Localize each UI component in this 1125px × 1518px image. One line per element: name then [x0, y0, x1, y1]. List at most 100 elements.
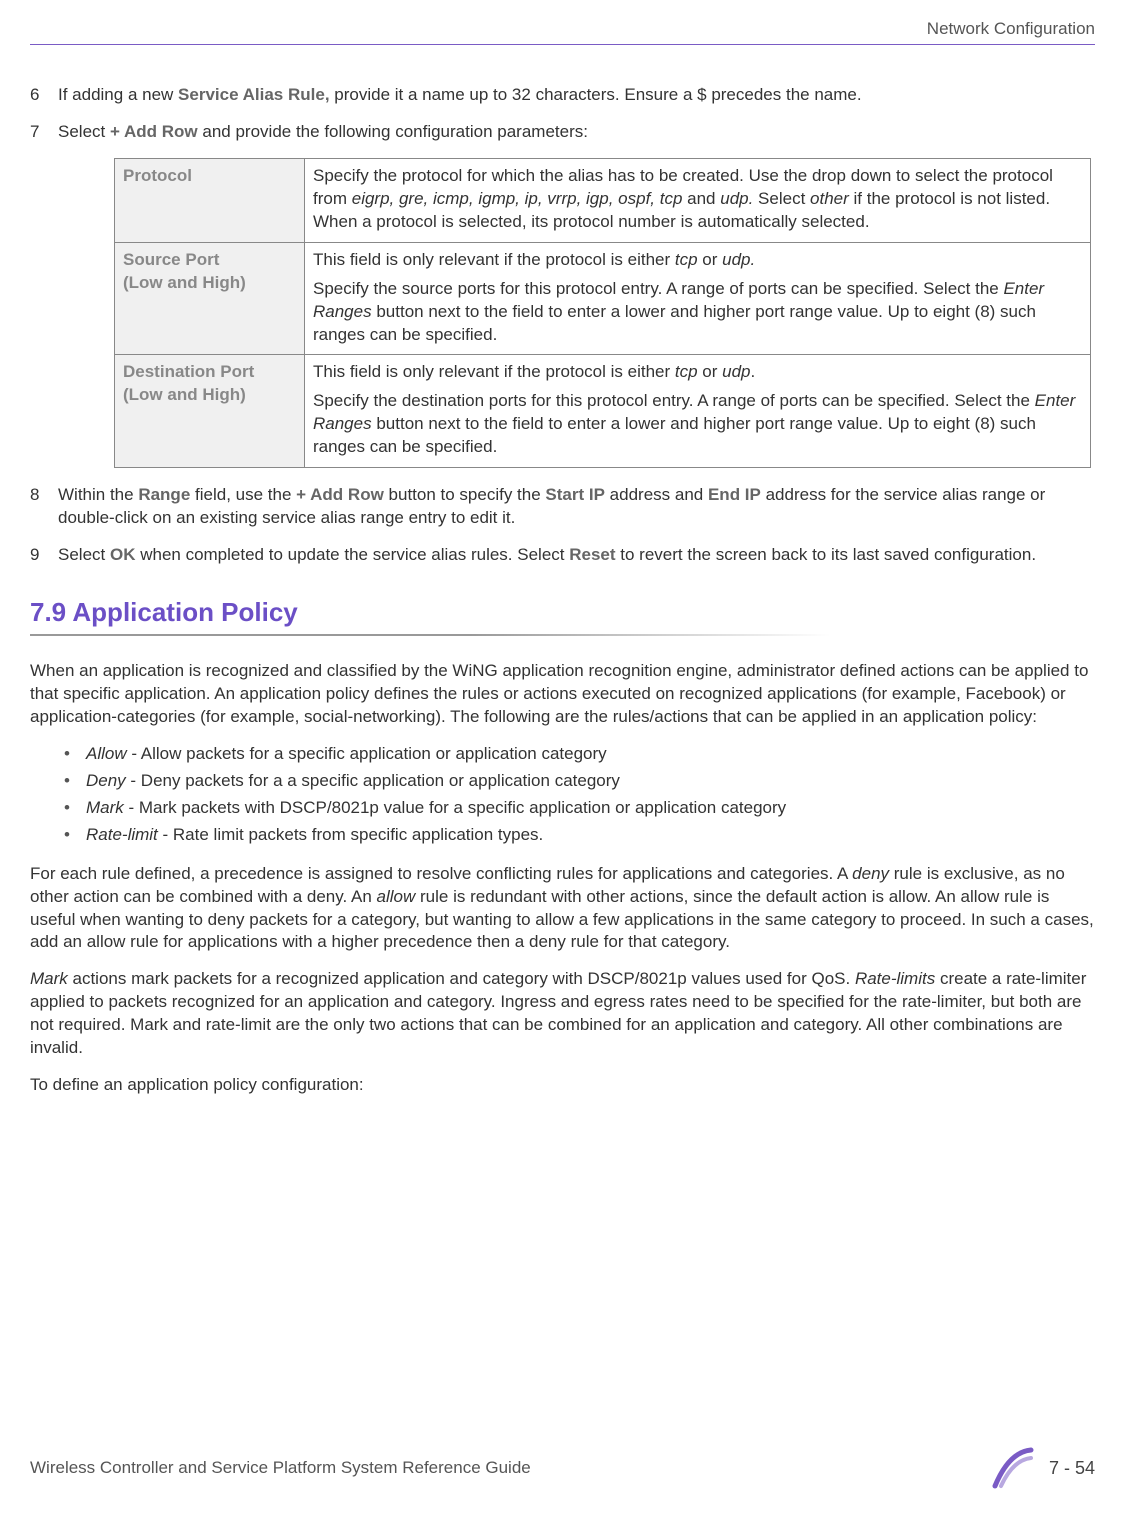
- italic: Rate-limits: [855, 969, 935, 988]
- desc-para: Specify the destination ports for this p…: [313, 390, 1082, 459]
- text: provide it a name up to 32 characters. E…: [330, 85, 862, 104]
- table-row: Source Port (Low and High) This field is…: [115, 242, 1091, 355]
- text: For each rule defined, a precedence is a…: [30, 864, 852, 883]
- text: to revert the screen back to its last sa…: [616, 545, 1037, 564]
- text: This field is only relevant if the proto…: [313, 250, 675, 269]
- italic: Mark: [86, 798, 124, 817]
- list-item: Rate-limit - Rate limit packets from spe…: [64, 824, 1095, 847]
- text: or: [698, 362, 723, 381]
- text: - Mark packets with DSCP/8021p value for…: [124, 798, 786, 817]
- bold-term: + Add Row: [110, 122, 198, 141]
- table-row: Destination Port (Low and High) This fie…: [115, 355, 1091, 468]
- text: Specify the source ports for this protoc…: [313, 279, 1003, 298]
- bold-term: Range: [138, 485, 190, 504]
- page-number: 7 - 54: [1049, 1456, 1095, 1480]
- italic: udp.: [722, 250, 755, 269]
- paragraph: When an application is recognized and cl…: [30, 660, 1095, 729]
- text: Select: [753, 189, 810, 208]
- paragraph: Mark actions mark packets for a recogniz…: [30, 968, 1095, 1060]
- text: or: [698, 250, 723, 269]
- text: - Allow packets for a specific applicati…: [127, 744, 607, 763]
- text: button to specify the: [384, 485, 546, 504]
- bold-term: OK: [110, 545, 136, 564]
- footer-guide-title: Wireless Controller and Service Platform…: [30, 1457, 531, 1480]
- text: button next to the field to enter a lowe…: [313, 414, 1036, 456]
- bold-term: Reset: [569, 545, 615, 564]
- italic: Allow: [86, 744, 127, 763]
- page-footer: Wireless Controller and Service Platform…: [30, 1446, 1095, 1490]
- desc-para: This field is only relevant if the proto…: [313, 361, 1082, 384]
- step-number: 6: [30, 84, 58, 107]
- text: Select: [58, 122, 110, 141]
- bold-term: Start IP: [545, 485, 605, 504]
- param-label: Source Port (Low and High): [115, 242, 305, 355]
- text: - Rate limit packets from specific appli…: [158, 825, 543, 844]
- param-label: Destination Port (Low and High): [115, 355, 305, 468]
- text: Within the: [58, 485, 138, 504]
- paragraph: For each rule defined, a precedence is a…: [30, 863, 1095, 955]
- table-row: Protocol Specify the protocol for which …: [115, 158, 1091, 242]
- text: button next to the field to enter a lowe…: [313, 302, 1036, 344]
- text: address and: [605, 485, 708, 504]
- step-number: 8: [30, 484, 58, 530]
- param-desc: Specify the protocol for which the alias…: [305, 158, 1091, 242]
- section-heading: 7.9 Application Policy: [30, 595, 1095, 630]
- step-8: 8 Within the Range field, use the + Add …: [30, 484, 1095, 530]
- param-desc: This field is only relevant if the proto…: [305, 355, 1091, 468]
- header-section-name: Network Configuration: [927, 18, 1095, 41]
- italic: Deny: [86, 771, 126, 790]
- list-item: Mark - Mark packets with DSCP/8021p valu…: [64, 797, 1095, 820]
- italic: Rate-limit: [86, 825, 158, 844]
- page-content: 6 If adding a new Service Alias Rule, pr…: [30, 84, 1095, 1097]
- text: - Deny packets for a a specific applicat…: [126, 771, 620, 790]
- italic: eigrp, gre, icmp, igmp, ip, vrrp, igp, o…: [352, 189, 683, 208]
- step-6: 6 If adding a new Service Alias Rule, pr…: [30, 84, 1095, 107]
- label-line-2: (Low and High): [123, 384, 296, 407]
- text: actions mark packets for a recognized ap…: [68, 969, 855, 988]
- section-underline: [30, 634, 830, 636]
- text: Select: [58, 545, 110, 564]
- parameter-table: Protocol Specify the protocol for which …: [114, 158, 1091, 468]
- bold-term: Service Alias Rule,: [178, 85, 330, 104]
- bullet-list: Allow - Allow packets for a specific app…: [64, 743, 1095, 847]
- param-label: Protocol: [115, 158, 305, 242]
- italic: deny: [852, 864, 889, 883]
- list-item: Allow - Allow packets for a specific app…: [64, 743, 1095, 766]
- text: If adding a new: [58, 85, 178, 104]
- step-text: Select + Add Row and provide the followi…: [58, 121, 1095, 144]
- label-line-1: Source Port: [123, 249, 296, 272]
- italic: allow: [377, 887, 416, 906]
- italic: udp.: [720, 189, 753, 208]
- label-line-1: Destination Port: [123, 361, 296, 384]
- desc-para: Specify the source ports for this protoc…: [313, 278, 1082, 347]
- text: field, use the: [190, 485, 296, 504]
- param-desc: This field is only relevant if the proto…: [305, 242, 1091, 355]
- step-text: If adding a new Service Alias Rule, prov…: [58, 84, 1095, 107]
- bold-term: + Add Row: [296, 485, 384, 504]
- step-number: 7: [30, 121, 58, 144]
- text: and provide the following configuration …: [198, 122, 588, 141]
- brand-swoosh-icon: [991, 1446, 1035, 1490]
- italic: tcp: [675, 362, 698, 381]
- text: .: [751, 362, 756, 381]
- step-text: Within the Range field, use the + Add Ro…: [58, 484, 1095, 530]
- italic: Mark: [30, 969, 68, 988]
- text: Specify the destination ports for this p…: [313, 391, 1035, 410]
- header-divider: [30, 44, 1095, 45]
- bold-term: End IP: [708, 485, 761, 504]
- text: This field is only relevant if the proto…: [313, 362, 675, 381]
- italic: other: [810, 189, 849, 208]
- label-line-2: (Low and High): [123, 272, 296, 295]
- italic: tcp: [675, 250, 698, 269]
- paragraph: To define an application policy configur…: [30, 1074, 1095, 1097]
- footer-right: 7 - 54: [991, 1446, 1095, 1490]
- italic: udp: [722, 362, 750, 381]
- step-9: 9 Select OK when completed to update the…: [30, 544, 1095, 567]
- desc-para: This field is only relevant if the proto…: [313, 249, 1082, 272]
- text: when completed to update the service ali…: [135, 545, 569, 564]
- step-number: 9: [30, 544, 58, 567]
- list-item: Deny - Deny packets for a a specific app…: [64, 770, 1095, 793]
- text: and: [682, 189, 720, 208]
- step-text: Select OK when completed to update the s…: [58, 544, 1095, 567]
- step-7: 7 Select + Add Row and provide the follo…: [30, 121, 1095, 144]
